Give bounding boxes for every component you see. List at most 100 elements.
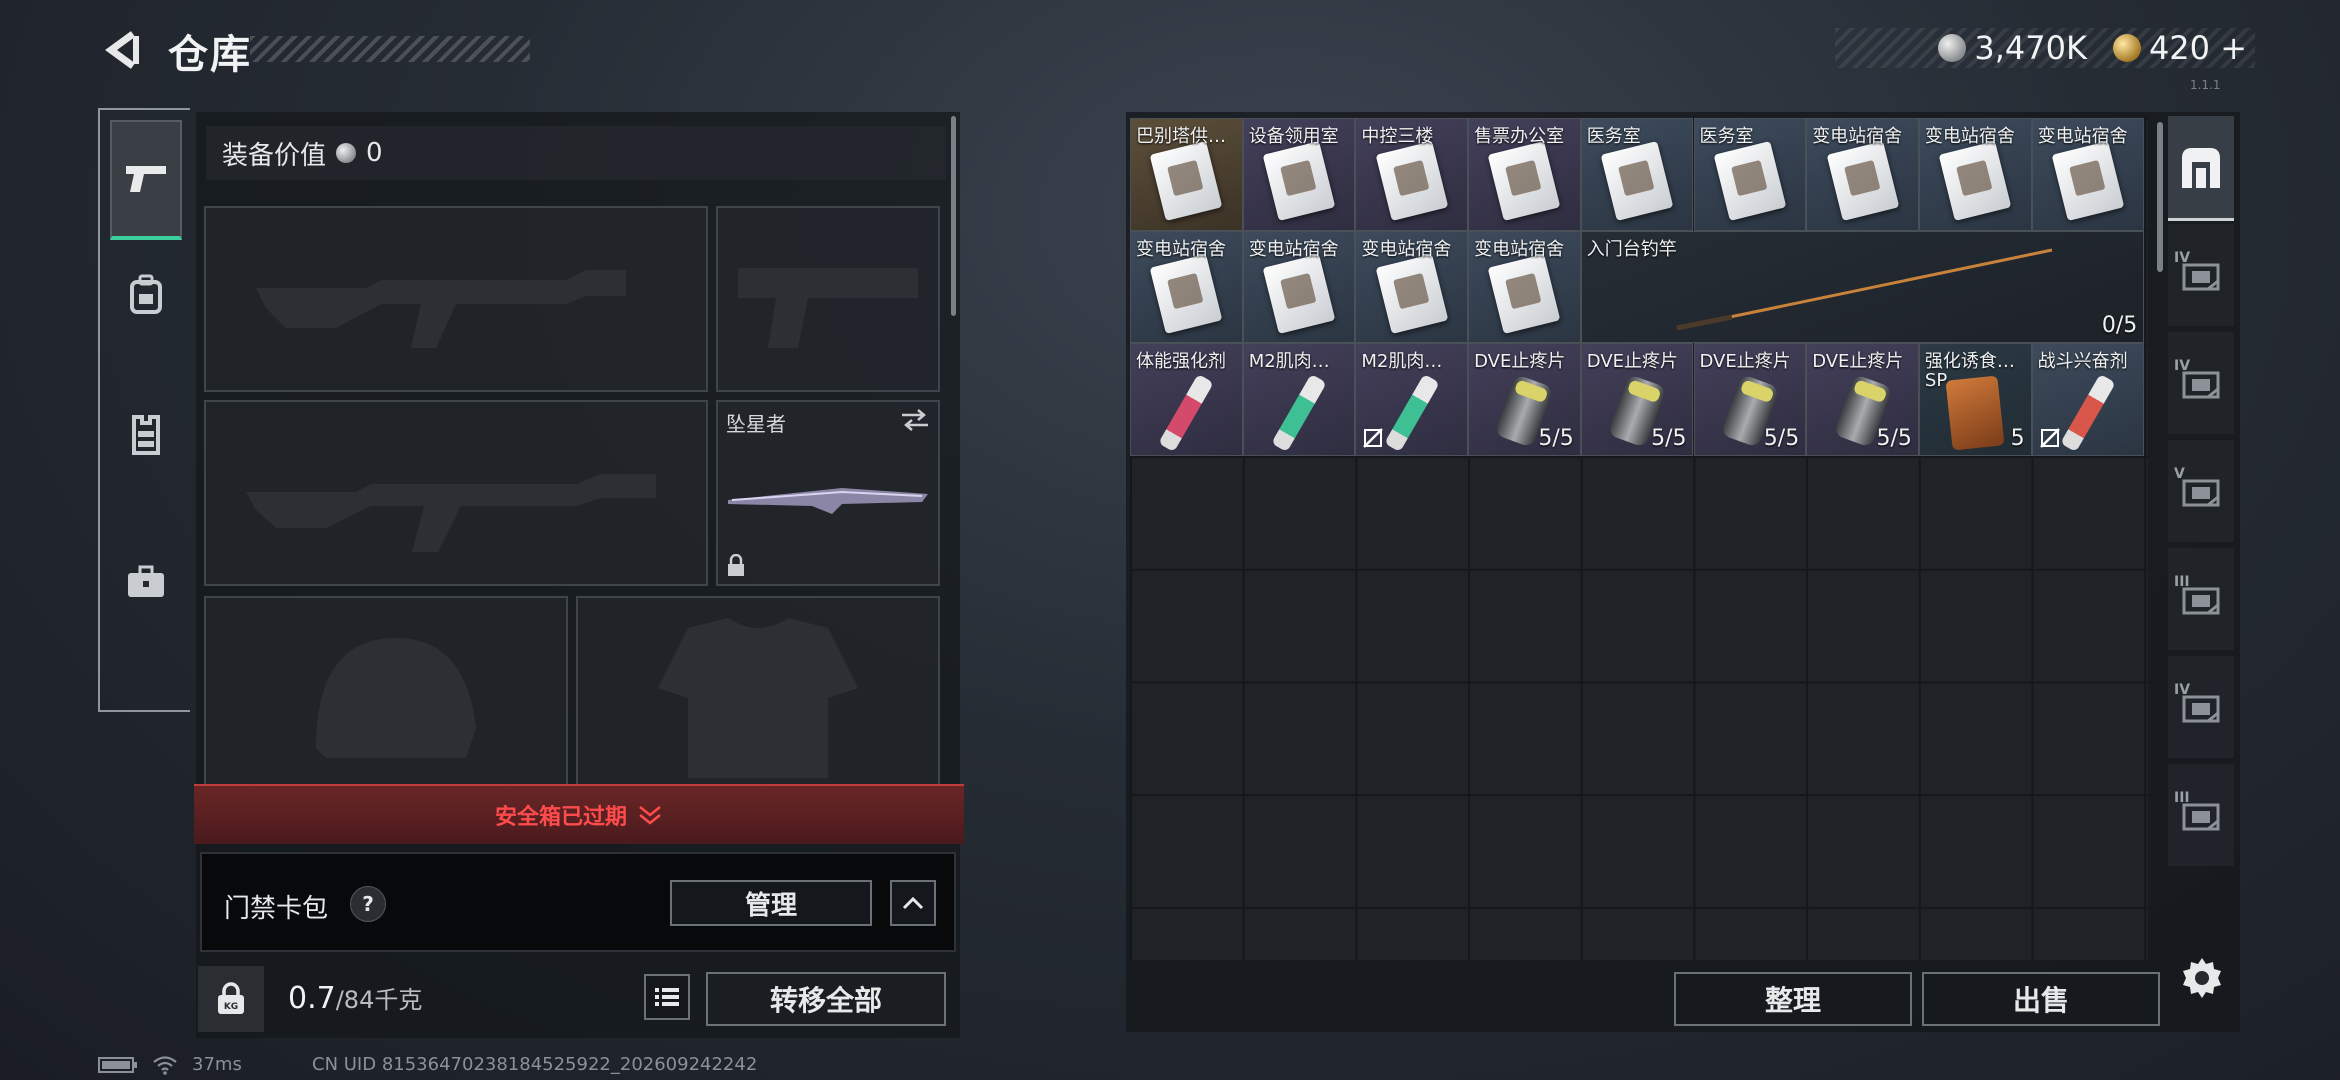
snack-bag-icon <box>1945 375 2005 451</box>
storage-item-syringe[interactable]: M2肌肉… <box>1355 343 1469 457</box>
storage-item-syringe[interactable]: 战斗兴奋剂 <box>2031 343 2145 457</box>
storage-grid[interactable]: 巴别塔供… 设备领用室 中控三楼 售票办公室 医务室 医务室 变电站宿舍 变电站宿舍 变电站宿舍… <box>1130 118 2148 960</box>
melee-slot[interactable]: 坠星者 <box>716 400 940 586</box>
storage-item-card[interactable]: 设备领用室 <box>1242 118 1356 231</box>
storage-item-card[interactable]: 变电站宿舍 <box>1355 230 1469 344</box>
wifi-icon <box>153 1055 177 1075</box>
keycard-pack-bar: 门禁卡包 ? 管理 <box>200 852 956 952</box>
item-name: 医务室 <box>1586 126 1641 147</box>
tier-label: V <box>2174 466 2185 482</box>
storage-tab-column: IV IV V III IV III <box>2168 116 2234 988</box>
storage-item-fishing-rod[interactable]: 入门台钓竿 0/5 <box>1580 230 2145 344</box>
item-name: M2肌肉… <box>1361 351 1443 373</box>
syringe-icon <box>1271 373 1327 453</box>
sell-button[interactable]: 出售 <box>1922 972 2160 1026</box>
keycard-icon <box>1938 140 2012 221</box>
item-name: 变电站宿舍 <box>1361 238 1452 260</box>
storage-tab-storage-overview[interactable] <box>2168 116 2234 221</box>
storage-tab-tier-v-cache[interactable]: V <box>2168 440 2234 542</box>
back-arrow-icon <box>105 31 139 69</box>
battery-icon <box>98 1056 137 1073</box>
storage-item-card[interactable]: 售票办公室 <box>1468 118 1581 231</box>
storage-item-card[interactable]: 变电站宿舍 <box>1468 230 1581 344</box>
storage-tab-tier-iv-cache-3[interactable]: IV <box>2168 656 2234 758</box>
storage-item-card[interactable]: 医务室 <box>1693 118 1807 231</box>
item-count: 5/5 <box>1651 426 1687 452</box>
gold-currency[interactable]: 420 + <box>2112 29 2247 67</box>
nav-backpack[interactable] <box>110 234 182 354</box>
syringe-icon <box>1158 373 1215 453</box>
ping-value: 37ms <box>192 1054 242 1075</box>
storage-item-card[interactable]: 变电站宿舍 <box>1918 118 2032 231</box>
vest-icon <box>132 415 160 455</box>
armor-silhouette-icon <box>658 618 858 778</box>
settings-button[interactable] <box>2176 952 2228 1004</box>
transfer-all-button[interactable]: 转移全部 <box>706 972 946 1026</box>
user-uid: CN UID 81536470238184525922_202609242242 <box>312 1054 758 1075</box>
safe-box-expired-banner[interactable]: 安全箱已过期 <box>194 784 964 844</box>
pistol-silhouette-icon <box>738 268 918 348</box>
storage-tab-tier-iv-cache-2[interactable]: IV <box>2168 332 2234 434</box>
item-name: 售票办公室 <box>1474 126 1565 147</box>
safe-box-expired-text: 安全箱已过期 <box>494 805 627 830</box>
storage-item-snack[interactable]: 强化诱食… SP 5 <box>1918 343 2032 457</box>
keycard-pack-label: 门禁卡包 <box>224 894 329 924</box>
storage-item-pill[interactable]: DVE止疼片 5/5 <box>1468 343 1581 457</box>
storage-item-pill[interactable]: DVE止疼片 5/5 <box>1806 343 1919 457</box>
silver-currency[interactable]: 3,470K <box>1938 29 2087 67</box>
weight-lock-button[interactable]: KG <box>198 966 264 1032</box>
swap-icon[interactable] <box>900 408 930 432</box>
lock-icon <box>728 554 744 576</box>
weight-value: 0.7 <box>288 981 336 1016</box>
storage-item-card[interactable]: 中控三楼 <box>1355 118 1469 231</box>
collapse-button[interactable] <box>890 880 936 926</box>
storage-item-syringe[interactable]: M2肌肉… <box>1242 343 1356 457</box>
double-chevron-down-icon <box>639 806 661 825</box>
chevron-up-icon <box>902 896 924 910</box>
storage-item-card[interactable]: 变电站宿舍 <box>2031 118 2145 231</box>
storage-item-card[interactable]: 变电站宿舍 <box>1130 230 1243 344</box>
storage-item-pill[interactable]: DVE止疼片 5/5 <box>1693 343 1807 457</box>
item-name: 战斗兴奋剂 <box>2037 351 2128 373</box>
tertiary-weapon-slot[interactable] <box>204 400 708 586</box>
help-icon[interactable]: ? <box>350 886 386 922</box>
keycard-icon <box>1488 140 1561 221</box>
storage-scrollbar[interactable] <box>2157 122 2163 272</box>
secondary-weapon-slot[interactable] <box>716 206 940 392</box>
currency-bar: 3,470K 420 + <box>1835 28 2255 68</box>
item-name: 变电站宿舍 <box>2037 126 2128 147</box>
nav-vest[interactable] <box>110 374 182 494</box>
back-button[interactable] <box>98 22 148 78</box>
loadout-scrollbar[interactable] <box>951 116 956 316</box>
storage-item-syringe[interactable]: 体能强化剂 <box>1130 343 1243 457</box>
item-name: 变电站宿舍 <box>1924 126 2015 147</box>
storage-item-card[interactable]: 巴别塔供… <box>1130 118 1243 231</box>
storage-tab-tier-iv-cache-1[interactable]: IV <box>2168 224 2234 326</box>
armor-slot[interactable] <box>576 596 940 786</box>
no-share-icon <box>2039 428 2060 448</box>
storage-item-card[interactable]: 医务室 <box>1580 118 1694 231</box>
storage-item-card[interactable]: 变电站宿舍 <box>1806 118 1919 231</box>
gear-icon <box>2183 958 2221 998</box>
storage-item-card[interactable]: 变电站宿舍 <box>1242 230 1356 344</box>
item-name: 巴别塔供… <box>1136 126 1226 147</box>
storage-tab-tier-iii-cache-2[interactable]: III <box>2168 764 2234 866</box>
syringe-icon <box>2060 373 2116 453</box>
no-share-icon <box>1363 428 1384 448</box>
tier-label: III <box>2174 790 2190 806</box>
rifle-silhouette-icon <box>246 474 656 552</box>
storage-tab-tier-iii-cache-1[interactable]: III <box>2168 548 2234 650</box>
nav-weapons[interactable] <box>110 120 182 240</box>
keycard-icon <box>1262 253 1336 334</box>
manage-button[interactable]: 管理 <box>670 880 872 926</box>
weight-lock-icon: KG <box>218 982 244 1014</box>
sort-button[interactable]: 整理 <box>1674 972 1912 1026</box>
status-bar: 37ms <box>98 1054 242 1075</box>
storage-item-pill[interactable]: DVE止疼片 5/5 <box>1580 343 1694 457</box>
nav-toolbox[interactable] <box>110 522 182 642</box>
primary-weapon-slot[interactable] <box>204 206 708 392</box>
helmet-slot[interactable] <box>204 596 568 786</box>
keycard-icon <box>1375 140 1449 221</box>
weight-capacity: /84千克 <box>335 986 423 1014</box>
list-view-button[interactable] <box>644 974 690 1020</box>
